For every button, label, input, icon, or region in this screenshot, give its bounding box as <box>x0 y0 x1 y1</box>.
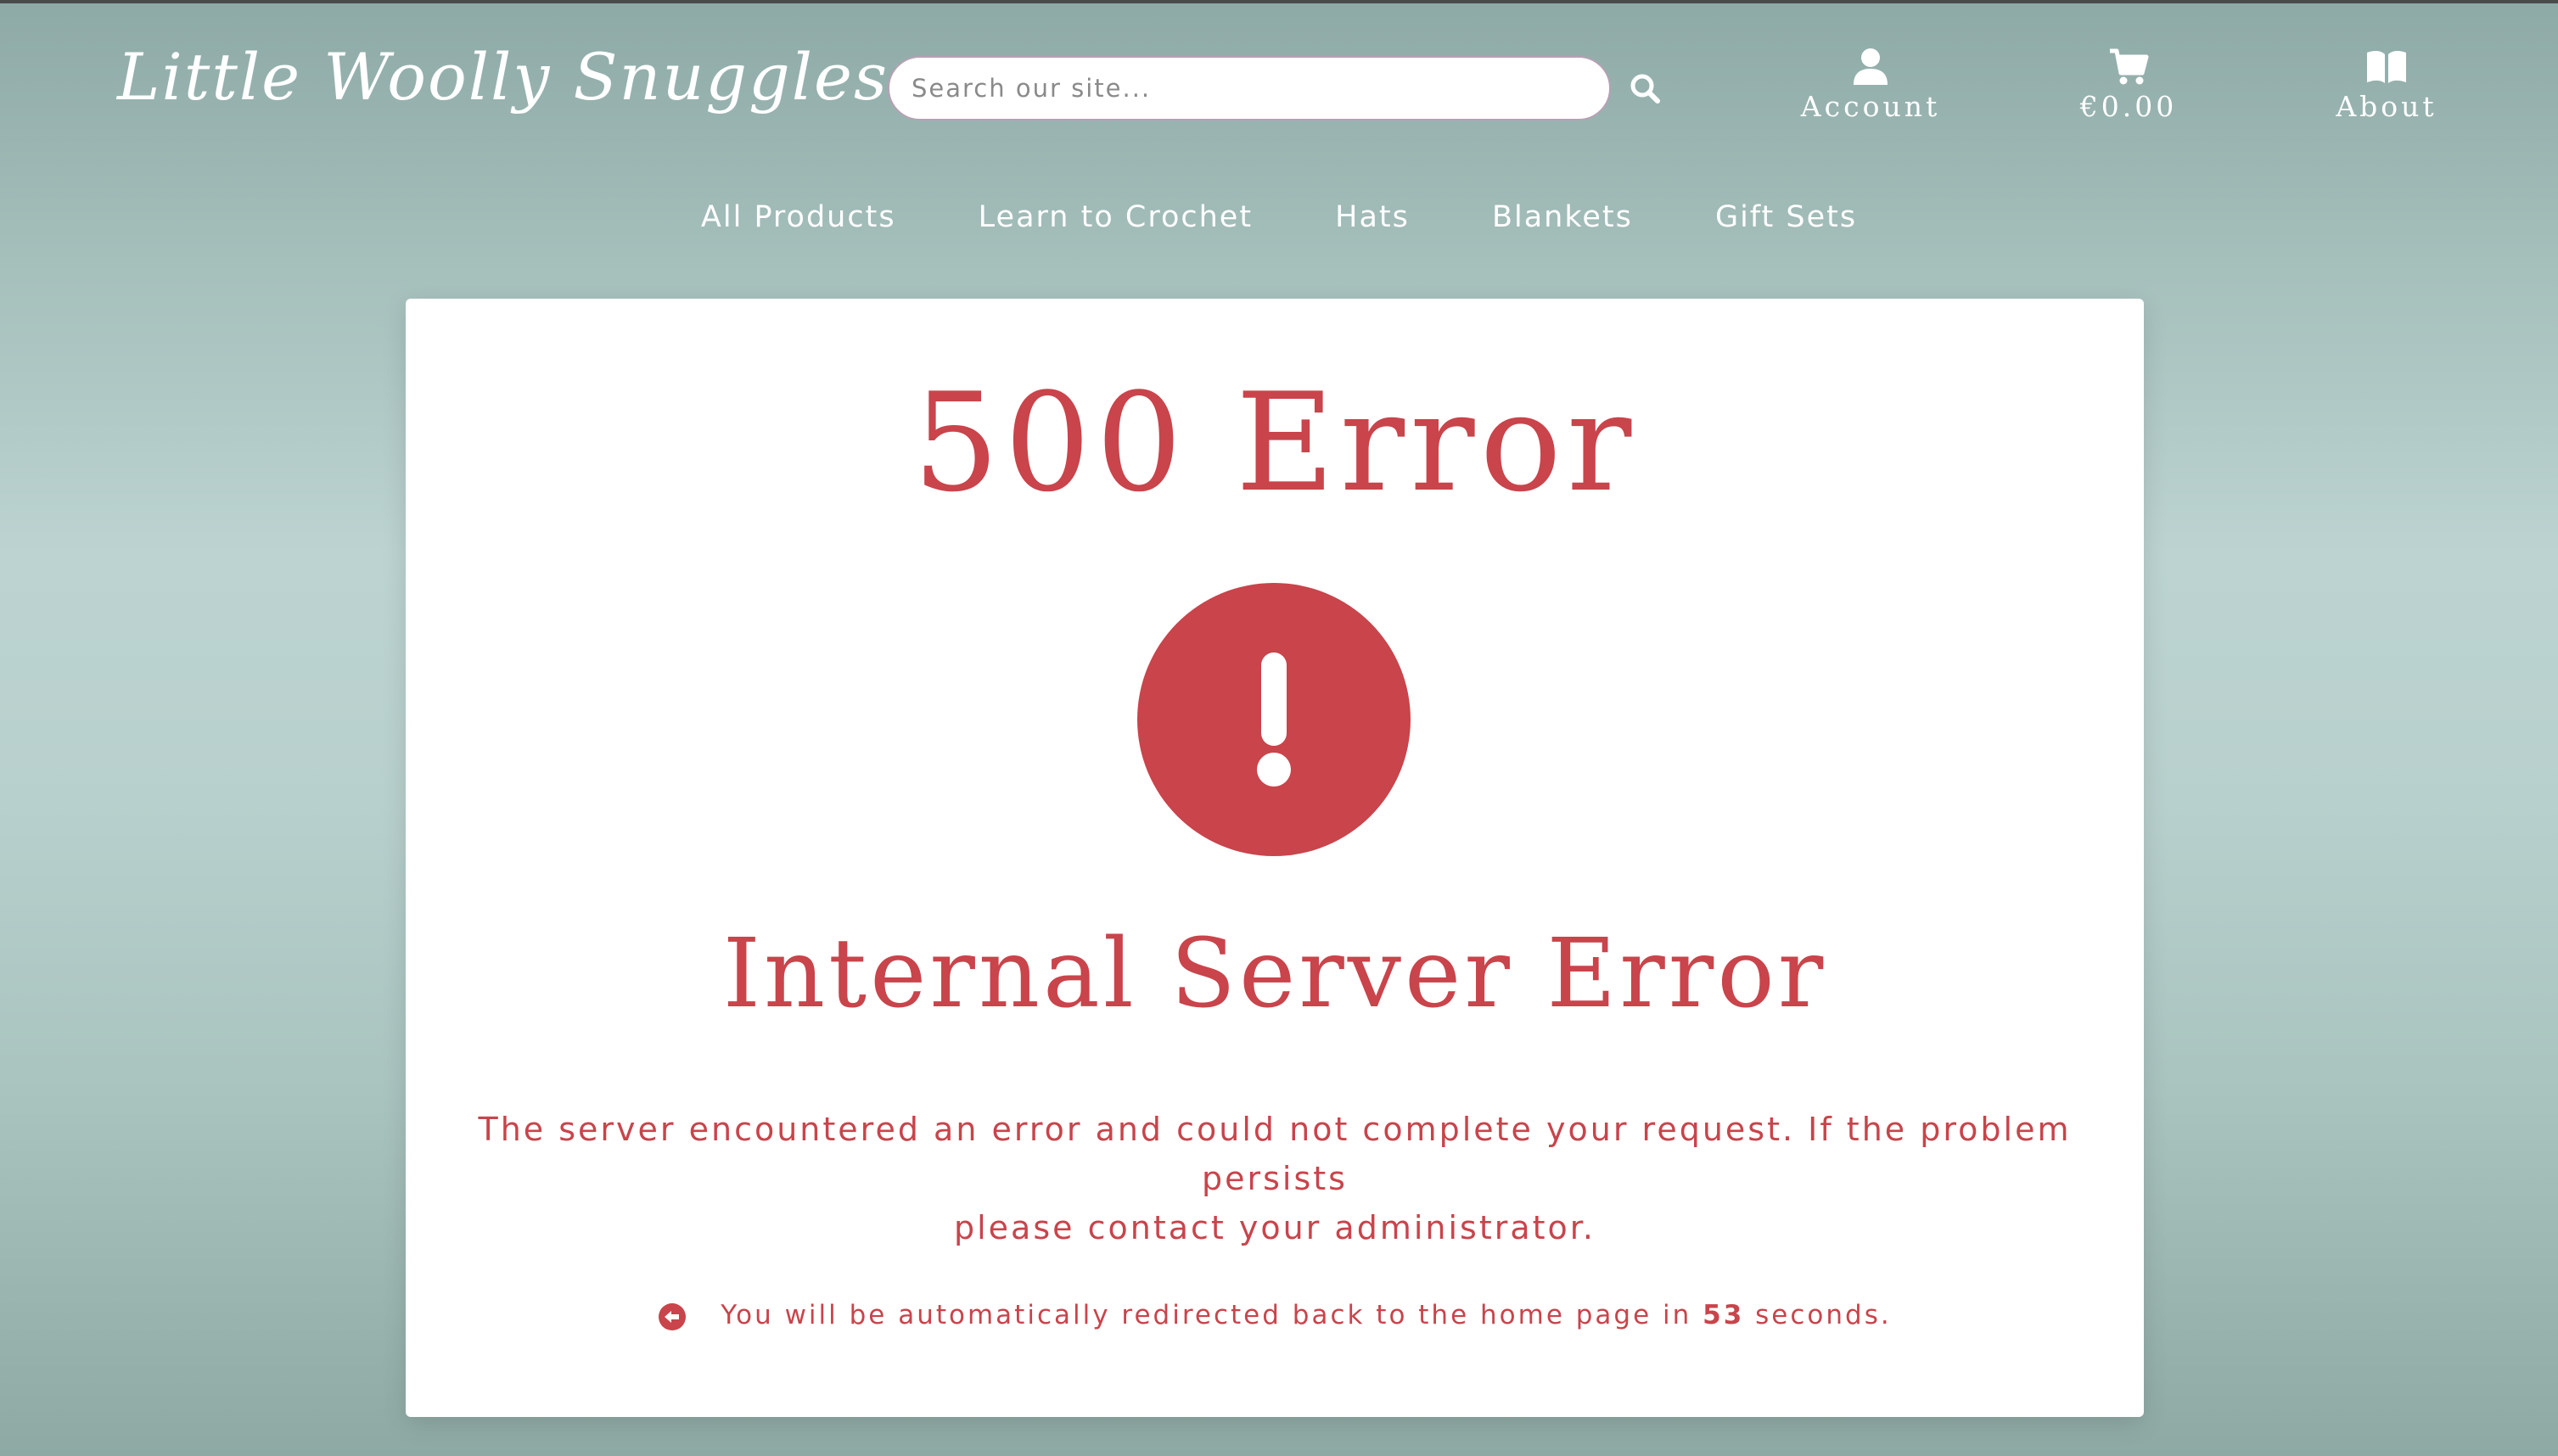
search-input[interactable] <box>888 56 1611 120</box>
site-header: Little Woolly Snuggles Account €0.00 Abo… <box>0 3 2558 234</box>
arrow-left-circle-icon[interactable] <box>658 1302 687 1331</box>
search-icon <box>1630 74 1660 104</box>
redirect-prefix: You will be automatically redirected bac… <box>721 1300 1692 1330</box>
nav-all-products[interactable]: All Products <box>701 200 896 234</box>
book-icon <box>2367 50 2406 83</box>
about-label: About <box>2336 90 2437 123</box>
search-button[interactable] <box>1628 71 1663 107</box>
redirect-notice: You will be automatically redirected bac… <box>406 1300 2144 1331</box>
site-logo[interactable]: Little Woolly Snuggles <box>117 39 889 115</box>
error-card: 500 Error Internal Server Error The serv… <box>406 299 2144 1417</box>
nav-blankets[interactable]: Blankets <box>1492 200 1633 234</box>
nav-hats[interactable]: Hats <box>1335 200 1410 234</box>
redirect-countdown: 53 <box>1703 1300 1745 1330</box>
error-message-line1: The server encountered an error and coul… <box>478 1111 2072 1197</box>
user-icon <box>1854 48 1888 85</box>
error-title: Internal Server Error <box>722 919 1827 1029</box>
cart-icon <box>2110 48 2149 85</box>
error-message-line2: please contact your administrator. <box>954 1209 1596 1246</box>
exclamation-circle-icon <box>1137 583 1411 856</box>
main-nav: All Products Learn to Crochet Hats Blank… <box>0 200 2558 234</box>
nav-learn-to-crochet[interactable]: Learn to Crochet <box>979 200 1253 234</box>
error-code: 500 Error <box>912 363 1637 522</box>
account-label: Account <box>1800 90 1941 123</box>
error-message: The server encountered an error and coul… <box>457 1105 2093 1252</box>
cart-link[interactable]: €0.00 <box>2035 48 2222 123</box>
account-link[interactable]: Account <box>1777 48 1964 123</box>
about-link[interactable]: About <box>2293 48 2480 123</box>
nav-gift-sets[interactable]: Gift Sets <box>1715 200 1857 234</box>
cart-total: €0.00 <box>2079 90 2178 123</box>
redirect-suffix: seconds. <box>1755 1300 1892 1330</box>
